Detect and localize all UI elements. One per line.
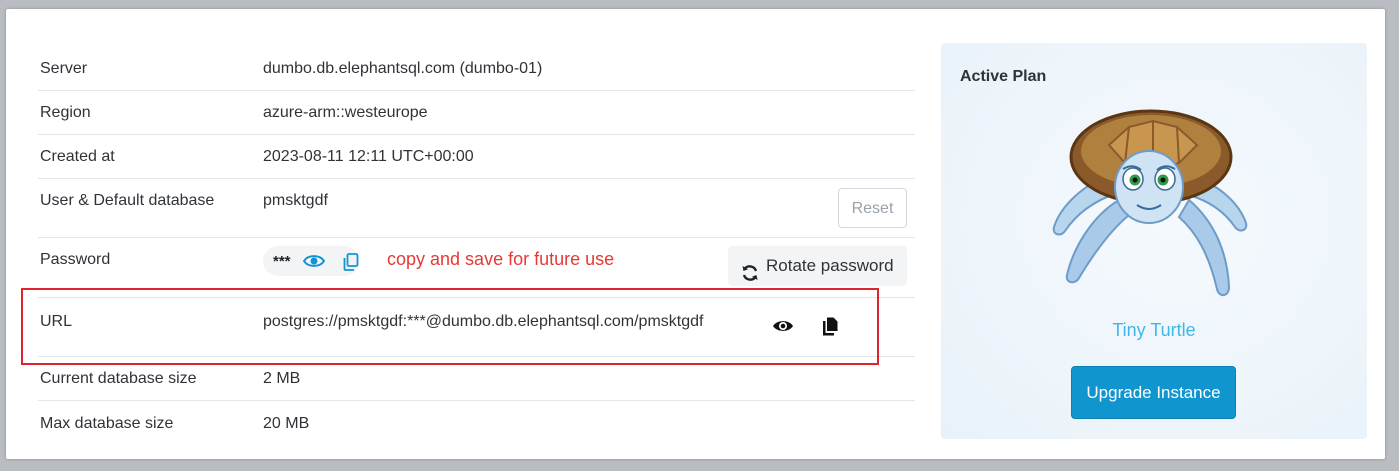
created-value: 2023-08-11 12:11 UTC+00:00 [263,148,474,165]
server-value: dumbo.db.elephantsql.com (dumbo-01) [263,60,543,77]
created-label: Created at [40,148,115,165]
plan-name: Tiny Turtle [1112,320,1196,340]
reset-button[interactable]: Reset [838,188,907,228]
region-label: Region [40,104,91,121]
region-value: azure-arm::westeurope [263,104,428,121]
max-size-row: Max database size 20 MB [38,401,915,444]
copy-icon[interactable] [343,253,359,276]
created-row: Created at 2023-08-11 12:11 UTC+00:00 [38,135,915,179]
instance-details-panel: Server dumbo.db.elephantsql.com (dumbo-0… [6,9,1385,459]
user-label: User & Default database [40,192,215,209]
plan-title: Active Plan [960,68,1047,85]
max-size-value: 20 MB [263,415,310,432]
server-row: Server dumbo.db.elephantsql.com (dumbo-0… [38,47,915,91]
active-plan-card: Active Plan Tiny Turtle Upgrade Instance [941,43,1367,439]
eye-icon[interactable] [302,253,326,274]
region-row: Region azure-arm::westeurope [38,91,915,135]
upgrade-instance-button[interactable]: Upgrade Instance [1071,366,1236,419]
rotate-password-label: Rotate password [766,256,894,275]
max-size-label: Max database size [40,415,174,432]
rotate-password-button[interactable]: Rotate password [728,246,907,286]
password-masked: *** [273,253,291,270]
url-highlight-box [21,288,879,365]
password-label: Password [40,251,111,268]
password-note: copy and save for future use [387,249,615,269]
details-table: Server dumbo.db.elephantsql.com (dumbo-0… [38,47,915,444]
password-field: *** [263,246,359,276]
turtle-mascot [1049,105,1249,315]
user-row: User & Default database pmsktgdf Reset [38,179,915,238]
user-value: pmsktgdf [263,192,328,209]
current-size-value: 2 MB [263,370,301,387]
current-size-label: Current database size [40,370,197,387]
server-label: Server [40,60,88,77]
